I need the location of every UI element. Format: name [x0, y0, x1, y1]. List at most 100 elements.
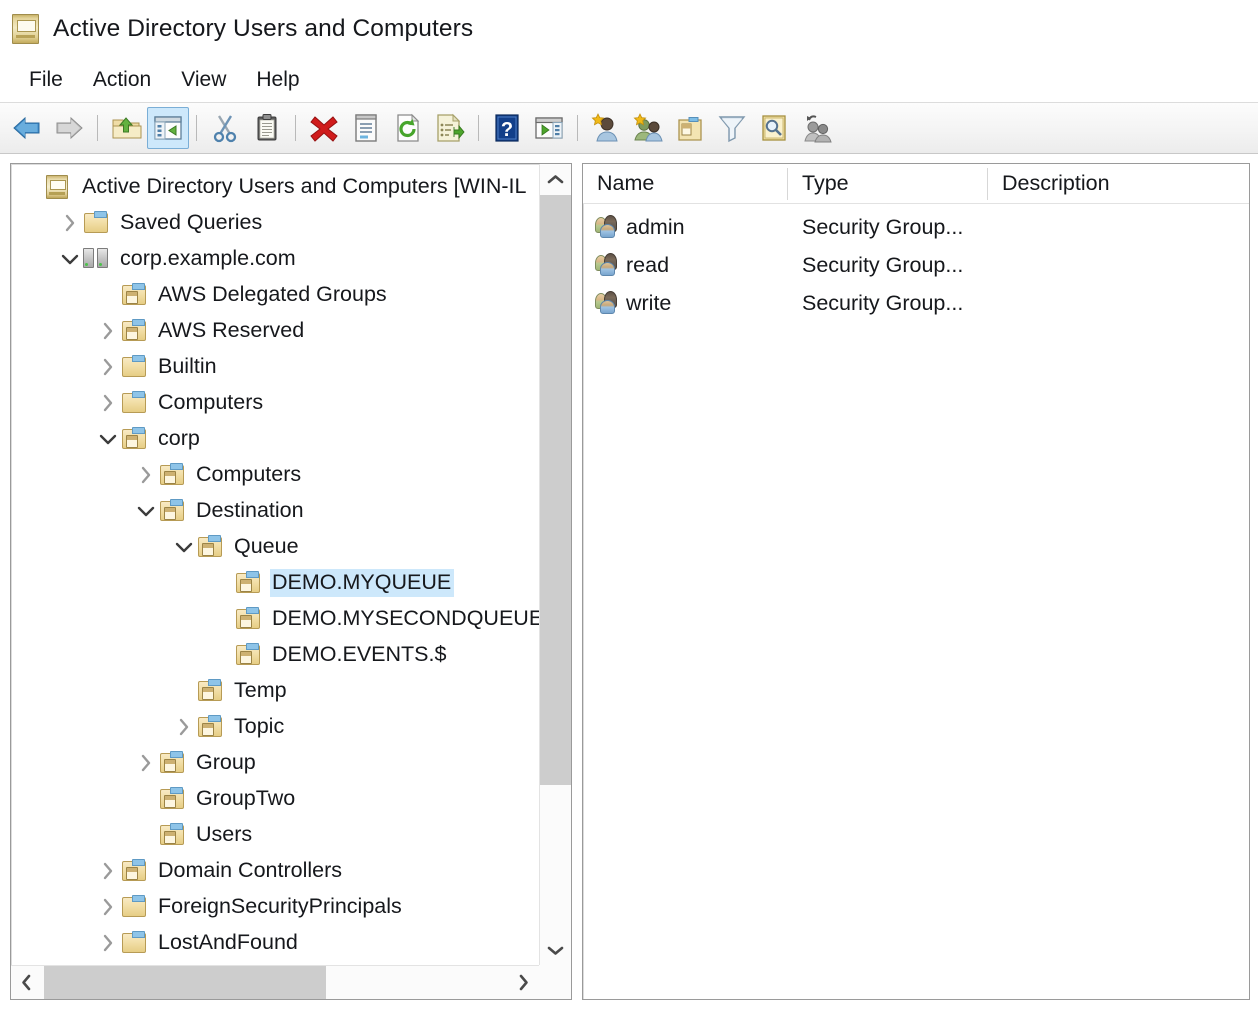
tree-node[interactable]: DEMO.MYSECONDQUEUE	[11, 601, 539, 637]
toolbar-export-list[interactable]	[429, 107, 471, 149]
toolbar-show-hide-action-pane[interactable]	[528, 107, 570, 149]
scroll-down-button[interactable]	[540, 935, 571, 965]
tree-node[interactable]: AWS Reserved	[11, 313, 539, 349]
table-row[interactable]: adminSecurity Group...	[583, 208, 1249, 246]
chevron-right-icon[interactable]	[133, 750, 159, 776]
tree-twisty-placeholder	[209, 606, 235, 632]
tree-node[interactable]: Temp	[11, 673, 539, 709]
toolbar-separator	[295, 115, 296, 141]
toolbar-refresh[interactable]	[387, 107, 429, 149]
tree-node[interactable]: corp	[11, 421, 539, 457]
new-group-icon	[631, 111, 665, 145]
menu-bar: File Action View Help	[0, 58, 1258, 102]
chevron-down-icon[interactable]	[95, 426, 121, 452]
menu-file[interactable]: File	[16, 65, 76, 95]
scrollbar-corner	[539, 965, 571, 999]
adu-c-window: Active Directory Users and Computers Fil…	[0, 0, 1258, 1020]
toolbar-delete[interactable]	[303, 107, 345, 149]
toolbar-find[interactable]	[753, 107, 795, 149]
toolbar-new-ou[interactable]	[669, 107, 711, 149]
toolbar-new-user[interactable]	[585, 107, 627, 149]
tree-node[interactable]: Computers	[11, 457, 539, 493]
console-tree[interactable]: Active Directory Users and Computers [WI…	[11, 164, 539, 965]
tree-twisty-placeholder	[209, 642, 235, 668]
scroll-right-button[interactable]	[508, 966, 539, 999]
tree-horizontal-scroll-thumb[interactable]	[44, 966, 326, 999]
tree-node[interactable]: LostAndFound	[11, 925, 539, 961]
toolbar-paste[interactable]	[246, 107, 288, 149]
tree-vertical-scroll-thumb[interactable]	[540, 195, 571, 785]
tree-node[interactable]: Queue	[11, 529, 539, 565]
folder-icon	[121, 391, 147, 415]
export-list-icon	[433, 111, 467, 145]
toolbar-show-hide-console-tree[interactable]	[147, 107, 189, 149]
refresh-icon	[391, 111, 425, 145]
chevron-right-icon	[518, 974, 529, 991]
tree-node[interactable]: Computers	[11, 385, 539, 421]
forward-arrow-icon	[52, 111, 86, 145]
column-header-description[interactable]: Description	[988, 164, 1249, 203]
tree-horizontal-scrollbar[interactable]	[11, 965, 539, 999]
chevron-right-icon[interactable]	[95, 318, 121, 344]
chevron-right-icon[interactable]	[95, 930, 121, 956]
tree-vertical-scrollbar[interactable]	[539, 164, 571, 965]
help-question-icon: ?	[490, 111, 524, 145]
menu-view[interactable]: View	[168, 65, 239, 95]
back-arrow-icon	[10, 111, 44, 145]
tree-node[interactable]: DEMO.MYQUEUE	[11, 565, 539, 601]
ou-folder-icon	[235, 643, 261, 667]
chevron-right-icon[interactable]	[133, 462, 159, 488]
chevron-right-icon[interactable]	[95, 894, 121, 920]
tree-node[interactable]: Active Directory Users and Computers [WI…	[11, 169, 539, 205]
chevron-down-icon[interactable]	[57, 246, 83, 272]
scroll-up-button[interactable]	[540, 164, 571, 194]
tree-node[interactable]: DEMO.EVENTS.$	[11, 637, 539, 673]
ou-folder-icon	[197, 679, 223, 703]
tree-node[interactable]: Users	[11, 817, 539, 853]
tree-node-label: AWS Delegated Groups	[156, 281, 390, 310]
tree-node[interactable]: Group	[11, 745, 539, 781]
console-root-icon	[45, 175, 71, 199]
tree-node[interactable]: Builtin	[11, 349, 539, 385]
tree-node[interactable]: Saved Queries	[11, 205, 539, 241]
chevron-down-icon[interactable]	[133, 498, 159, 524]
paste-clipboard-icon	[250, 111, 284, 145]
tree-twisty-placeholder	[133, 822, 159, 848]
column-header-name[interactable]: Name	[583, 164, 788, 203]
chevron-right-icon[interactable]	[95, 390, 121, 416]
toolbar-forward[interactable]	[48, 107, 90, 149]
chevron-right-icon[interactable]	[57, 210, 83, 236]
toolbar-up-one-level[interactable]	[105, 107, 147, 149]
toolbar-help[interactable]: ?	[486, 107, 528, 149]
cut-scissors-icon	[208, 111, 242, 145]
pane-splitter[interactable]	[572, 163, 582, 1000]
ou-folder-icon	[121, 427, 147, 451]
toolbar-properties[interactable]	[345, 107, 387, 149]
tree-node[interactable]: GroupTwo	[11, 781, 539, 817]
chevron-down-icon[interactable]	[171, 534, 197, 560]
chevron-right-icon[interactable]	[171, 714, 197, 740]
tree-node[interactable]: AWS Delegated Groups	[11, 277, 539, 313]
chevron-right-icon[interactable]	[95, 858, 121, 884]
toolbar-filter[interactable]	[711, 107, 753, 149]
tree-node[interactable]: corp.example.com	[11, 241, 539, 277]
chevron-right-icon[interactable]	[95, 354, 121, 380]
table-row[interactable]: readSecurity Group...	[583, 246, 1249, 284]
tree-node[interactable]: Domain Controllers	[11, 853, 539, 889]
menu-action[interactable]: Action	[80, 65, 164, 95]
table-row[interactable]: writeSecurity Group...	[583, 284, 1249, 322]
toolbar-saved-query[interactable]	[795, 107, 837, 149]
toolbar-cut[interactable]	[204, 107, 246, 149]
menu-help[interactable]: Help	[243, 65, 312, 95]
toolbar-new-group[interactable]	[627, 107, 669, 149]
tree-twisty-placeholder	[95, 282, 121, 308]
tree-node[interactable]: ForeignSecurityPrincipals	[11, 889, 539, 925]
tree-node[interactable]: Topic	[11, 709, 539, 745]
toolbar-back[interactable]	[6, 107, 48, 149]
tree-twisty-placeholder	[209, 570, 235, 596]
column-header-type[interactable]: Type	[788, 164, 988, 203]
scroll-left-button[interactable]	[11, 966, 42, 999]
chevron-up-icon	[547, 174, 564, 185]
tree-node[interactable]: Destination	[11, 493, 539, 529]
listview-header: Name Type Description	[583, 164, 1249, 204]
